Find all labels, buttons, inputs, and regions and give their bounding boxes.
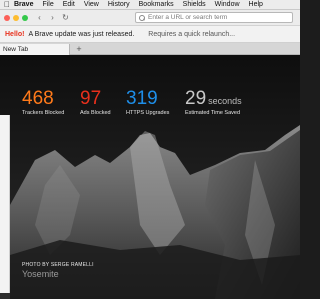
url-placeholder: Enter a URL or search term bbox=[148, 14, 228, 21]
time-saved-unit: seconds bbox=[208, 96, 242, 106]
close-window-button[interactable] bbox=[4, 14, 10, 21]
zoom-window-button[interactable] bbox=[22, 14, 28, 21]
time-saved-count: 29 bbox=[185, 88, 207, 109]
apple-icon[interactable]:  bbox=[0, 0, 14, 9]
search-icon bbox=[139, 14, 145, 21]
photo-credit[interactable]: PHOTO BY SERGE RAMELLI bbox=[22, 262, 94, 268]
relaunch-link[interactable]: Requires a quick relaunch... bbox=[148, 31, 235, 38]
https-upgrades-count: 319 bbox=[126, 88, 158, 109]
ads-blocked-stat: 97 Ads Blocked bbox=[80, 89, 126, 116]
trackers-blocked-count: 468 bbox=[22, 88, 54, 109]
forward-arrow-icon[interactable]: › bbox=[47, 13, 58, 22]
menu-help[interactable]: Help bbox=[249, 1, 263, 8]
notice-hello: Hello! bbox=[5, 30, 25, 38]
menu-window[interactable]: Window bbox=[215, 1, 240, 8]
menu-bar:  Brave File Edit View History Bookmarks… bbox=[0, 0, 300, 10]
window-controls bbox=[4, 14, 28, 21]
menu-app-name[interactable]: Brave bbox=[14, 1, 33, 8]
menu-view[interactable]: View bbox=[84, 1, 99, 8]
menu-file[interactable]: File bbox=[42, 1, 53, 8]
ads-blocked-count: 97 bbox=[80, 88, 102, 109]
new-tab-page: 468 Trackers Blocked 97 Ads Blocked 319 … bbox=[0, 55, 300, 299]
https-upgrades-label: HTTPS Upgrades bbox=[126, 110, 170, 116]
menu-edit[interactable]: Edit bbox=[63, 1, 75, 8]
minimize-window-button[interactable] bbox=[13, 14, 19, 21]
trackers-blocked-stat: 468 Trackers Blocked bbox=[22, 89, 80, 116]
browser-toolbar: ‹ › ↻ Enter a URL or search term bbox=[0, 10, 300, 26]
trackers-blocked-label: Trackers Blocked bbox=[22, 110, 65, 116]
photo-location: Yosemite bbox=[22, 269, 59, 279]
update-notification-bar: Hello! A Brave update was just released.… bbox=[0, 26, 300, 43]
notice-message: A Brave update was just released. bbox=[28, 30, 135, 38]
tab-new-tab[interactable]: New Tab bbox=[0, 44, 70, 55]
side-panel-edge bbox=[0, 115, 10, 293]
reload-icon[interactable]: ↻ bbox=[60, 13, 71, 22]
time-saved-stat: 29 seconds Estimated Time Saved bbox=[185, 89, 242, 116]
url-bar[interactable]: Enter a URL or search term bbox=[135, 12, 293, 23]
tab-strip: New Tab + bbox=[0, 43, 300, 55]
stats-row: 468 Trackers Blocked 97 Ads Blocked 319 … bbox=[22, 89, 242, 116]
menu-bookmarks[interactable]: Bookmarks bbox=[139, 1, 174, 8]
https-upgrades-stat: 319 HTTPS Upgrades bbox=[126, 89, 185, 116]
menu-history[interactable]: History bbox=[108, 1, 130, 8]
ads-blocked-label: Ads Blocked bbox=[80, 110, 111, 116]
time-saved-label: Estimated Time Saved bbox=[185, 110, 241, 116]
menu-shields[interactable]: Shields bbox=[183, 1, 206, 8]
back-arrow-icon[interactable]: ‹ bbox=[34, 13, 45, 22]
new-tab-button[interactable]: + bbox=[74, 43, 84, 55]
